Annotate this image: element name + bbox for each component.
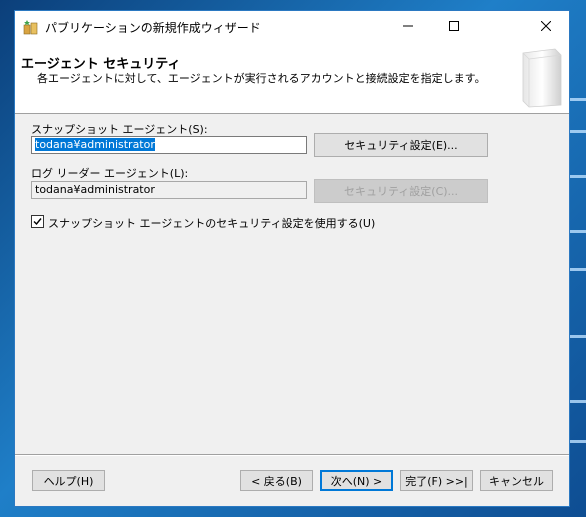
window-title: パブリケーションの新規作成ウィザード: [45, 21, 261, 35]
close-button[interactable]: [523, 11, 569, 41]
wizard-app-icon: [23, 19, 39, 35]
server-graphic-icon: [515, 47, 565, 109]
snapshot-agent-account-field[interactable]: todana¥administrator: [31, 136, 307, 154]
wizard-content: スナップショット エージェント(S): todana¥administrator…: [15, 114, 569, 454]
page-description: 各エージェントに対して、エージェントが実行されるアカウントと接続設定を指定します…: [37, 72, 486, 85]
checkmark-icon: [33, 218, 42, 226]
log-reader-agent-label: ログ リーダー エージェント(L):: [31, 167, 189, 180]
log-reader-agent-account-value: todana¥administrator: [35, 183, 155, 196]
log-reader-agent-account-field[interactable]: todana¥administrator: [31, 181, 307, 199]
close-icon: [541, 21, 551, 31]
back-button[interactable]: < 戻る(B): [240, 470, 313, 491]
maximize-button[interactable]: [431, 11, 477, 41]
minimize-icon: [403, 25, 413, 27]
help-button[interactable]: ヘルプ(H): [32, 470, 105, 491]
use-snapshot-security-label[interactable]: スナップショット エージェントのセキュリティ設定を使用する(U): [48, 215, 375, 231]
cancel-button[interactable]: キャンセル: [480, 470, 553, 491]
wizard-header: エージェント セキュリティ 各エージェントに対して、エージェントが実行されるアカ…: [15, 41, 569, 114]
title-bar[interactable]: パブリケーションの新規作成ウィザード: [15, 11, 569, 41]
use-snapshot-security-checkbox[interactable]: [31, 215, 44, 228]
next-button[interactable]: 次へ(N) >: [320, 470, 393, 491]
maximize-icon: [449, 21, 459, 31]
wizard-window: パブリケーションの新規作成ウィザード エージェント セキュリティ 各エージェント…: [14, 10, 570, 507]
finish-button[interactable]: 完了(F) >>|: [400, 470, 473, 491]
snapshot-security-settings-button[interactable]: セキュリティ設定(E)...: [314, 133, 488, 157]
log-reader-security-settings-button[interactable]: セキュリティ設定(C)...: [314, 179, 488, 203]
snapshot-agent-account-value: todana¥administrator: [35, 138, 155, 151]
minimize-button[interactable]: [385, 11, 431, 41]
footer-divider: [15, 454, 569, 456]
snapshot-agent-label: スナップショット エージェント(S):: [31, 123, 208, 136]
